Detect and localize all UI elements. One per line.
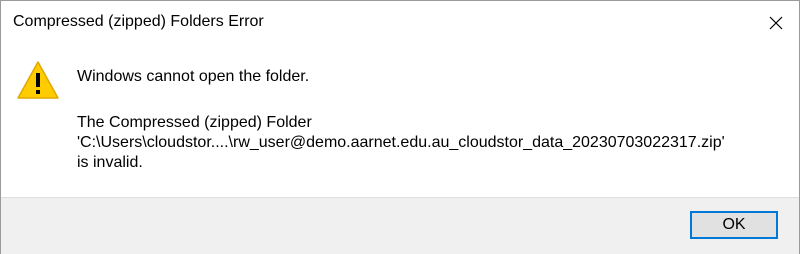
close-icon bbox=[769, 16, 783, 30]
error-detail-line: The Compressed (zipped) Folder bbox=[77, 114, 312, 131]
error-detail: The Compressed (zipped) Folder 'C:\Users… bbox=[77, 113, 725, 173]
error-dialog: Compressed (zipped) Folders Error Window… bbox=[0, 0, 800, 254]
dialog-title: Compressed (zipped) Folders Error bbox=[13, 13, 264, 30]
ok-button[interactable]: OK bbox=[690, 211, 778, 239]
dialog-content: Windows cannot open the folder. The Comp… bbox=[1, 45, 799, 197]
error-message: Windows cannot open the folder. bbox=[77, 68, 310, 85]
error-detail-path: 'C:\Users\cloudstor....\rw_user@demo.aar… bbox=[77, 134, 725, 151]
close-button[interactable] bbox=[753, 1, 799, 45]
error-detail-line: is invalid. bbox=[77, 154, 143, 171]
button-bar: OK bbox=[1, 197, 799, 254]
warning-icon bbox=[17, 61, 59, 99]
title-bar[interactable]: Compressed (zipped) Folders Error bbox=[1, 1, 799, 45]
